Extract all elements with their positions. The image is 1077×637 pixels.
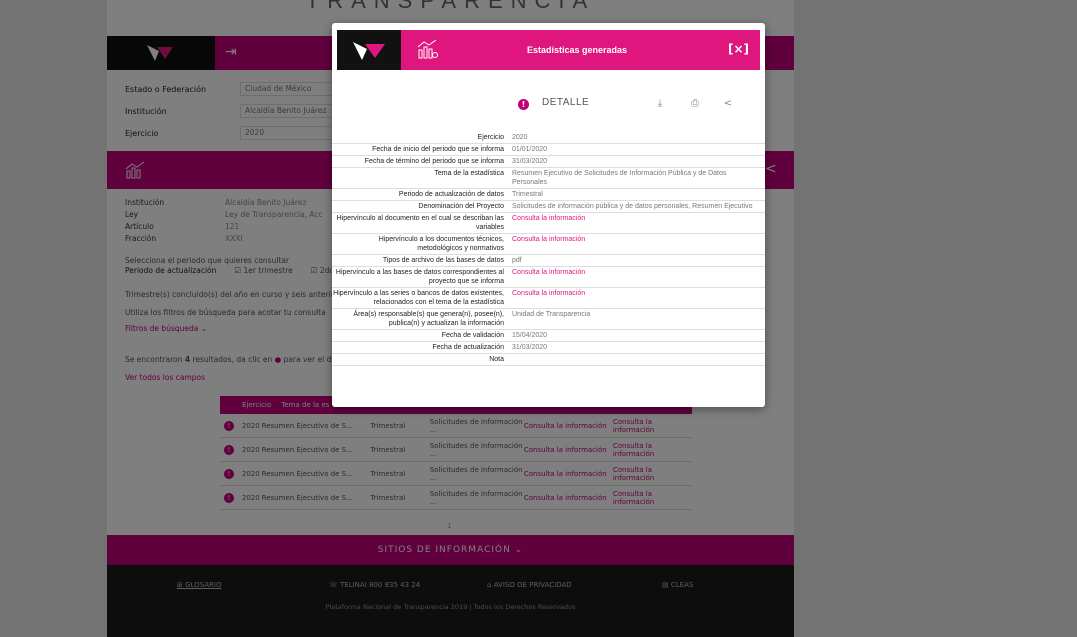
detail-field-link[interactable]: Consulta la información <box>512 289 757 307</box>
detail-row: Fecha de validación 15/04/2020 <box>332 330 765 342</box>
detail-row: Hipervínculo a las bases de datos corres… <box>332 267 765 288</box>
detail-row: Fecha de inicio del periodo que se infor… <box>332 144 765 156</box>
detail-field-label: Fecha de validación <box>441 332 504 339</box>
detail-field-value: 31/03/2020 <box>512 158 548 165</box>
detail-row: Nota <box>332 354 765 366</box>
detail-row: Periodo de actualización de datos Trimest… <box>332 189 765 201</box>
detail-field-value: 01/01/2020 <box>512 146 548 153</box>
detail-field-label: Denominación del Proyecto <box>418 203 504 210</box>
statistics-modal: Estadísticas generadas [×] ! DETALLE ⤓ ⎙… <box>332 23 765 407</box>
detail-field-label: Hipervínculo al documento en el cual se … <box>336 215 504 231</box>
statistics-icon <box>417 39 438 59</box>
detail-field-label: Área(s) responsable(s) que genera(n), po… <box>353 311 504 327</box>
detail-field-value: 2020 <box>512 134 528 141</box>
detail-field-value: 31/03/2020 <box>512 344 548 351</box>
detail-row: Hipervínculo a los documentos técnicos, … <box>332 234 765 255</box>
share-icon[interactable]: < <box>720 96 736 112</box>
detail-row: Hipervínculo al documento en el cual se … <box>332 213 765 234</box>
detail-field-value: Unidad de Transparencia <box>512 311 591 318</box>
detail-field-label: Hipervínculo a las series o bancos de da… <box>333 290 504 306</box>
detail-field-label: Ejercicio <box>477 134 504 141</box>
detail-row: Fecha de término del periodo que se info… <box>332 156 765 168</box>
detail-field-value <box>512 355 757 364</box>
print-icon[interactable]: ⎙ <box>687 96 703 112</box>
detail-field-value: Trimestral <box>512 191 543 198</box>
detail-field-label: Nota <box>489 356 504 363</box>
detail-field-label: Hipervínculo a los documentos técnicos, … <box>378 236 504 252</box>
detail-field-value: Resumen Ejecutivo de Solicitudes de Info… <box>512 170 727 186</box>
detail-row: Fecha de actualización 31/03/2020 <box>332 342 765 354</box>
detail-field-label: Periodo de actualización de datos <box>398 191 504 198</box>
detail-toolbar: ! DETALLE ⤓ ⎙ < <box>332 95 765 115</box>
modal-logo <box>337 30 401 70</box>
detail-field-label: Hipervínculo a las bases de datos corres… <box>335 269 504 285</box>
modal-title: Estadísticas generadas <box>526 45 628 55</box>
detail-field-value: 15/04/2020 <box>512 332 548 339</box>
detail-label: DETALLE <box>542 97 590 108</box>
detail-field-link[interactable]: Consulta la información <box>512 235 757 253</box>
detail-row: Tipos de archivo de las bases de datos pd… <box>332 255 765 267</box>
detail-field-label: Fecha de actualización <box>432 344 504 351</box>
detail-field-link[interactable]: Consulta la información <box>512 214 757 232</box>
modal-header: Estadísticas generadas [×] <box>337 30 760 70</box>
detail-row: Tema de la estadística Resumen Ejecutivo … <box>332 168 765 189</box>
detail-field-label: Fecha de término del periodo que se info… <box>364 158 504 165</box>
detail-row: Hipervínculo a las series o bancos de da… <box>332 288 765 309</box>
close-button[interactable]: [×] <box>728 40 749 60</box>
detail-field-link[interactable]: Consulta la información <box>512 268 757 286</box>
detail-table: Ejercicio 2020 Fecha de inicio del periodo… <box>332 132 765 366</box>
detail-field-label: Tipos de archivo de las bases de datos <box>382 257 504 264</box>
detail-row: Área(s) responsable(s) que genera(n), po… <box>332 309 765 330</box>
download-icon[interactable]: ⤓ <box>652 96 668 112</box>
detail-row: Ejercicio 2020 <box>332 132 765 144</box>
info-icon: ! <box>518 99 529 110</box>
detail-field-label: Tema de la estadística <box>434 170 504 177</box>
logo-mark-icon <box>353 42 385 60</box>
detail-field-label: Fecha de inicio del periodo que se infor… <box>372 146 504 153</box>
detail-field-value: pdf <box>512 257 522 264</box>
detail-field-value: Solicitudes de información pública y de … <box>512 203 753 210</box>
detail-row: Denominación del Proyecto Solicitudes de … <box>332 201 765 213</box>
